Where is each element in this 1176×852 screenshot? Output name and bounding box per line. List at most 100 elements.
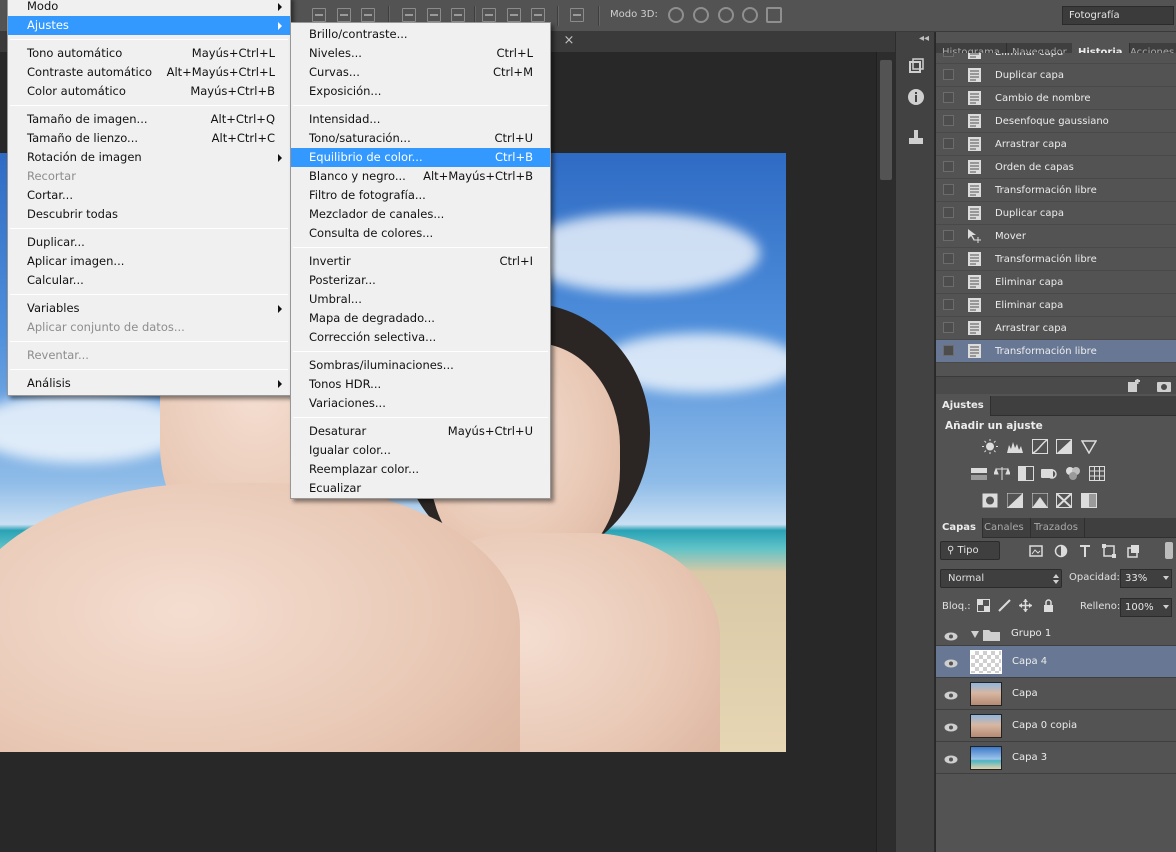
curves-icon[interactable]	[1032, 439, 1048, 454]
vibrance-icon[interactable]	[1081, 439, 1097, 454]
menu-item-tamano-de-lienzo[interactable]: Tamaño de lienzo... Alt+Ctrl+C	[8, 129, 290, 148]
menu-item-curvas[interactable]: Curvas... Ctrl+M	[291, 63, 550, 82]
chevron-down-icon[interactable]	[971, 631, 979, 638]
snapshot-source-checkbox[interactable]	[943, 53, 954, 57]
lock-all-icon[interactable]	[1042, 599, 1055, 612]
menu-item-brillo-contraste[interactable]: Brillo/contraste...	[291, 25, 550, 44]
posterize-icon[interactable]	[1007, 493, 1023, 508]
filter-type-layers-icon[interactable]	[1078, 544, 1092, 558]
history-state-orden-de-capas[interactable]: Orden de capas	[936, 156, 1176, 179]
slide-3d-icon[interactable]	[742, 7, 758, 23]
threshold-icon[interactable]	[1032, 493, 1048, 508]
menu-item-color-automatico[interactable]: Color automático Mayús+Ctrl+B	[8, 82, 290, 101]
distribute-top-icon[interactable]	[402, 8, 416, 22]
workspace-select[interactable]: Fotografía	[1062, 6, 1174, 25]
menu-item-blanco-y-negro[interactable]: Blanco y negro... Alt+Mayús+Ctrl+B	[291, 167, 550, 186]
document-tab-close-icon[interactable]: ×	[562, 33, 576, 49]
color-lookup-icon[interactable]	[1089, 466, 1105, 481]
menu-item-contraste-automatico[interactable]: Contraste automático Alt+Mayús+Ctrl+L	[8, 63, 290, 82]
history-state-arrastrar-capa[interactable]: Arrastrar capa	[936, 133, 1176, 156]
menu-item-tono-automatico[interactable]: Tono automático Mayús+Ctrl+L	[8, 44, 290, 63]
filter-pixel-layers-icon[interactable]	[1029, 544, 1043, 558]
lock-image-pixels-icon[interactable]	[998, 599, 1011, 612]
visibility-eye-icon[interactable]	[944, 631, 958, 640]
menu-item-duplicar[interactable]: Duplicar...	[8, 233, 290, 252]
selective-color-icon[interactable]	[1056, 493, 1072, 508]
menu-item-cortar[interactable]: Cortar...	[8, 186, 290, 205]
collapse-dock-icon[interactable]: ◂◂	[919, 33, 929, 44]
snapshot-source-checkbox[interactable]	[943, 276, 954, 287]
distribute-horizontal-icon[interactable]	[507, 8, 521, 22]
history-state-duplicar-capa[interactable]: Duplicar capa	[936, 64, 1176, 87]
align-vertical-center-icon[interactable]	[337, 8, 351, 22]
tool-presets-icon[interactable]	[907, 128, 925, 146]
menu-item-analisis[interactable]: Análisis	[8, 374, 290, 393]
menu-item-variaciones[interactable]: Variaciones...	[291, 394, 550, 413]
new-snapshot-icon[interactable]	[1156, 379, 1172, 393]
filter-adjustment-layers-icon[interactable]	[1054, 544, 1068, 558]
lock-position-icon[interactable]	[1019, 599, 1032, 612]
snapshot-source-checkbox[interactable]	[943, 322, 954, 333]
color-balance-icon[interactable]	[994, 466, 1010, 481]
distribute-bottom-icon[interactable]	[451, 8, 465, 22]
visibility-eye-icon[interactable]	[944, 754, 958, 763]
history-state-duplicar-capa[interactable]: Duplicar capa	[936, 202, 1176, 225]
rotate-3d-icon[interactable]	[668, 7, 684, 23]
align-bottom-icon[interactable]	[361, 8, 375, 22]
exposure-icon[interactable]	[1056, 439, 1072, 454]
history-state-transformacion-libre[interactable]: Transformación libre	[936, 179, 1176, 202]
menu-item-posterizar[interactable]: Posterizar...	[291, 271, 550, 290]
menu-item-aplicar-imagen[interactable]: Aplicar imagen...	[8, 252, 290, 271]
distribute-center-icon[interactable]	[427, 8, 441, 22]
opacity-field[interactable]: 33%	[1120, 569, 1172, 588]
filter-toggle-switch[interactable]	[1165, 542, 1173, 559]
photo-filter-icon[interactable]	[1041, 466, 1057, 481]
roll-3d-icon[interactable]	[693, 7, 709, 23]
menu-item-variables[interactable]: Variables	[8, 299, 290, 318]
menu-item-intensidad[interactable]: Intensidad...	[291, 110, 550, 129]
layer-kind-filter[interactable]: ⚲ Tipo	[940, 541, 1000, 560]
layer-capa[interactable]: Capa	[936, 678, 1176, 710]
layer-capa-3[interactable]: Capa 3	[936, 742, 1176, 774]
snapshot-source-checkbox[interactable]	[943, 184, 954, 195]
menu-item-tono-saturacion[interactable]: Tono/saturación... Ctrl+U	[291, 129, 550, 148]
brightness-contrast-icon[interactable]	[982, 439, 998, 454]
layer-grupo-1[interactable]: Grupo 1	[936, 624, 1176, 646]
snapshot-source-checkbox[interactable]	[943, 161, 954, 172]
menu-item-desaturar[interactable]: Desaturar Mayús+Ctrl+U	[291, 422, 550, 441]
info-icon[interactable]	[907, 88, 925, 106]
menu-item-descubrir-todas[interactable]: Descubrir todas	[8, 205, 290, 224]
camera-3d-icon[interactable]	[766, 7, 782, 23]
levels-icon[interactable]	[1007, 439, 1023, 454]
tab-layers[interactable]: Capas	[936, 518, 983, 538]
menu-item-filtro-de-fotografia[interactable]: Filtro de fotografía...	[291, 186, 550, 205]
distribute-left-icon[interactable]	[482, 8, 496, 22]
lock-transparency-icon[interactable]	[977, 599, 990, 612]
history-state-mover[interactable]: Mover	[936, 225, 1176, 248]
snapshot-source-checkbox[interactable]	[943, 299, 954, 310]
menu-item-niveles[interactable]: Niveles... Ctrl+L	[291, 44, 550, 63]
tab-channels[interactable]: Canales	[978, 518, 1031, 538]
history-state-transformacion-libre[interactable]: Transformación libre	[936, 340, 1176, 363]
history-state-cambio-de-nombre[interactable]: Cambio de nombre	[936, 87, 1176, 110]
snapshot-source-checkbox[interactable]	[943, 230, 954, 241]
history-state-arrastrar-capa[interactable]: Arrastrar capa	[936, 317, 1176, 340]
visibility-eye-icon[interactable]	[944, 658, 958, 667]
menu-item-modo[interactable]: Modo	[8, 0, 290, 16]
snapshot-source-checkbox[interactable]	[943, 345, 954, 356]
3d-cube-icon[interactable]	[907, 58, 925, 76]
chevron-down-icon[interactable]	[1163, 605, 1169, 609]
menu-item-ecualizar[interactable]: Ecualizar	[291, 479, 550, 498]
menu-item-equilibrio-de-color[interactable]: Equilibrio de color... Ctrl+B	[291, 148, 550, 167]
document-scrollbar[interactable]	[876, 52, 895, 852]
menu-item-sombras-iluminaciones[interactable]: Sombras/iluminaciones...	[291, 356, 550, 375]
tab-adjustments[interactable]: Ajustes	[936, 396, 991, 416]
filter-smart-objects-icon[interactable]	[1126, 544, 1140, 558]
invert-icon[interactable]	[982, 493, 998, 508]
channel-mixer-icon[interactable]	[1065, 466, 1081, 481]
snapshot-source-checkbox[interactable]	[943, 115, 954, 126]
menu-item-tamano-de-imagen[interactable]: Tamaño de imagen... Alt+Ctrl+Q	[8, 110, 290, 129]
menu-item-correccion-selectiva[interactable]: Corrección selectiva...	[291, 328, 550, 347]
history-state-desenfoque-gaussiano[interactable]: Desenfoque gaussiano	[936, 110, 1176, 133]
menu-item-tonos-hdr[interactable]: Tonos HDR...	[291, 375, 550, 394]
